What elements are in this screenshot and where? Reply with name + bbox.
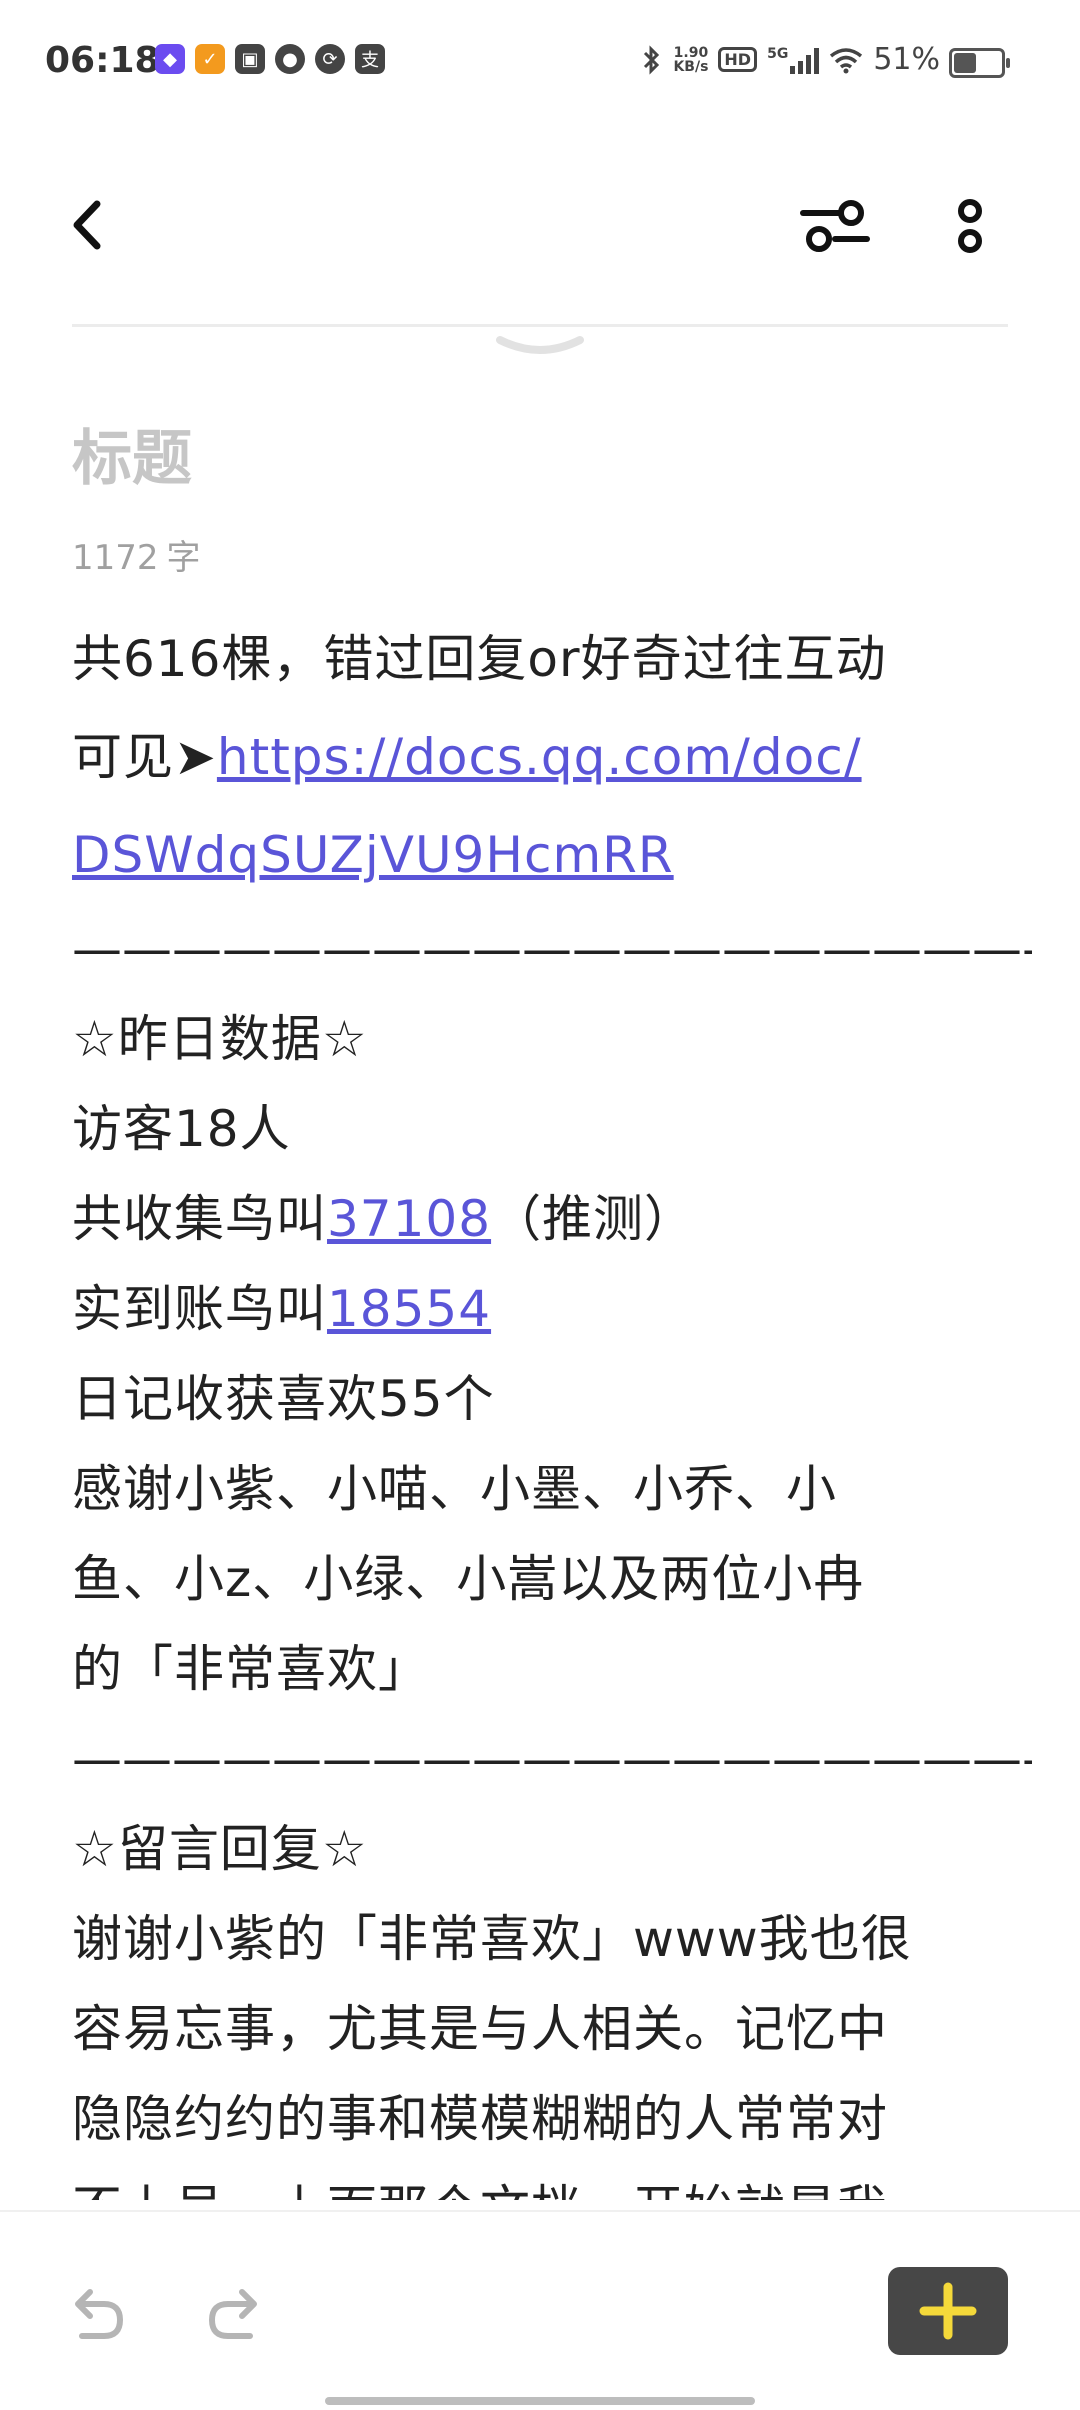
docs-link[interactable]: https://docs.qq.com/doc/	[217, 728, 862, 786]
title-input[interactable]: 标题	[72, 410, 192, 497]
toolbar-divider	[72, 324, 1008, 327]
sync-icon: ⟳	[315, 44, 345, 74]
wifi-icon	[830, 47, 863, 73]
text-line: 感谢小紫、小喵、小墨、小乔、小	[72, 1460, 837, 1518]
word-count: 1172 字	[72, 530, 201, 579]
undo-button[interactable]	[62, 2282, 132, 2352]
text-line: 隐隐约约的事和模模糊糊的人常常对	[72, 2090, 888, 2148]
bluetooth-icon	[644, 44, 660, 75]
collected-suffix: （推测）	[491, 1190, 696, 1248]
network-type: 5G	[767, 45, 789, 62]
text-line: 实到账鸟叫18554	[72, 1264, 1032, 1354]
hd-badge: HD	[718, 47, 758, 72]
cellular-signal: 5G	[767, 45, 820, 74]
collected-value-link[interactable]: 37108	[327, 1190, 491, 1248]
redo-button[interactable]	[200, 2282, 270, 2352]
editor-toolbar	[0, 150, 1080, 280]
chevron-down-icon	[496, 336, 584, 354]
text-line: 不上号。上面那个文档一开始就是我	[72, 2164, 1032, 2200]
text-line: 访客18人	[72, 1100, 291, 1158]
status-time: 06:18	[45, 40, 160, 81]
undo-icon	[75, 2289, 124, 2339]
app-orange-icon: ✓	[195, 44, 225, 74]
text-line: 共收集鸟叫37108（推测）	[72, 1174, 1032, 1264]
text-line: 日记收获喜欢55个	[72, 1370, 495, 1428]
signal-icon	[790, 46, 820, 74]
divider-line: ————————————————————————	[72, 1730, 1032, 1788]
text-line: 鱼、小z、小绿、小嵩以及两位小冉	[72, 1550, 865, 1608]
collapse-handle[interactable]	[490, 332, 590, 362]
alipay-icon: 支	[355, 44, 385, 74]
more-options-button[interactable]	[935, 185, 1005, 265]
more-vertical-icon	[958, 199, 982, 253]
notification-icons: ◆ ✓ ▣ ● ⟳ 支	[155, 44, 385, 74]
collected-label: 共收集鸟叫	[72, 1190, 327, 1248]
filter-button[interactable]	[795, 185, 875, 265]
text-line: 的「非常喜欢」	[72, 1640, 429, 1698]
back-arrow-icon	[73, 200, 101, 250]
bottom-toolbar	[0, 2210, 1080, 2410]
add-button[interactable]	[888, 2267, 1008, 2355]
filter-toggle-icon	[800, 200, 870, 252]
home-indicator[interactable]	[325, 2397, 755, 2405]
docs-link-continued[interactable]: DSWdqSUZjVU9HcmRR	[72, 826, 674, 884]
text-line: 谢谢小紫的「非常喜欢」www我也很	[72, 1910, 912, 1968]
text-line: 可见➤https://docs.qq.com/doc/	[72, 708, 1032, 806]
received-label: 实到账鸟叫	[72, 1280, 327, 1338]
status-bar: 06:18 ◆ ✓ ▣ ● ⟳ 支 1.90 KB/s HD 5G 51%	[0, 0, 1080, 120]
status-right: 1.90 KB/s HD 5G 51%	[641, 42, 940, 77]
net-speed: 1.90 KB/s	[673, 44, 709, 75]
note-body[interactable]: 共616棵，错过回复or好奇过往互动 可见➤https://docs.qq.co…	[72, 610, 1032, 2200]
text-line: 容易忘事，尤其是与人相关。记忆中	[72, 2000, 888, 2058]
plus-icon	[919, 2282, 977, 2340]
section-heading: ☆昨日数据☆	[72, 1010, 368, 1068]
link-prefix: 可见➤	[72, 728, 217, 786]
received-value-link[interactable]: 18554	[327, 1280, 491, 1338]
battery-percent: 51%	[873, 42, 940, 77]
text-line: 共616棵，错过回复or好奇过往互动	[72, 630, 887, 688]
divider-line: ————————————————————————	[72, 920, 1032, 978]
app-purple-icon: ◆	[155, 44, 185, 74]
weibo-icon: ●	[275, 44, 305, 74]
redo-icon	[208, 2289, 257, 2339]
text-line: DSWdqSUZjVU9HcmRR	[72, 806, 1032, 904]
back-button[interactable]	[55, 190, 125, 260]
battery-icon	[949, 48, 1010, 78]
section-heading: ☆留言回复☆	[72, 1820, 368, 1878]
word-count-value: 1172	[72, 538, 159, 578]
word-count-unit: 字	[166, 538, 201, 578]
message-icon: ▣	[235, 44, 265, 74]
